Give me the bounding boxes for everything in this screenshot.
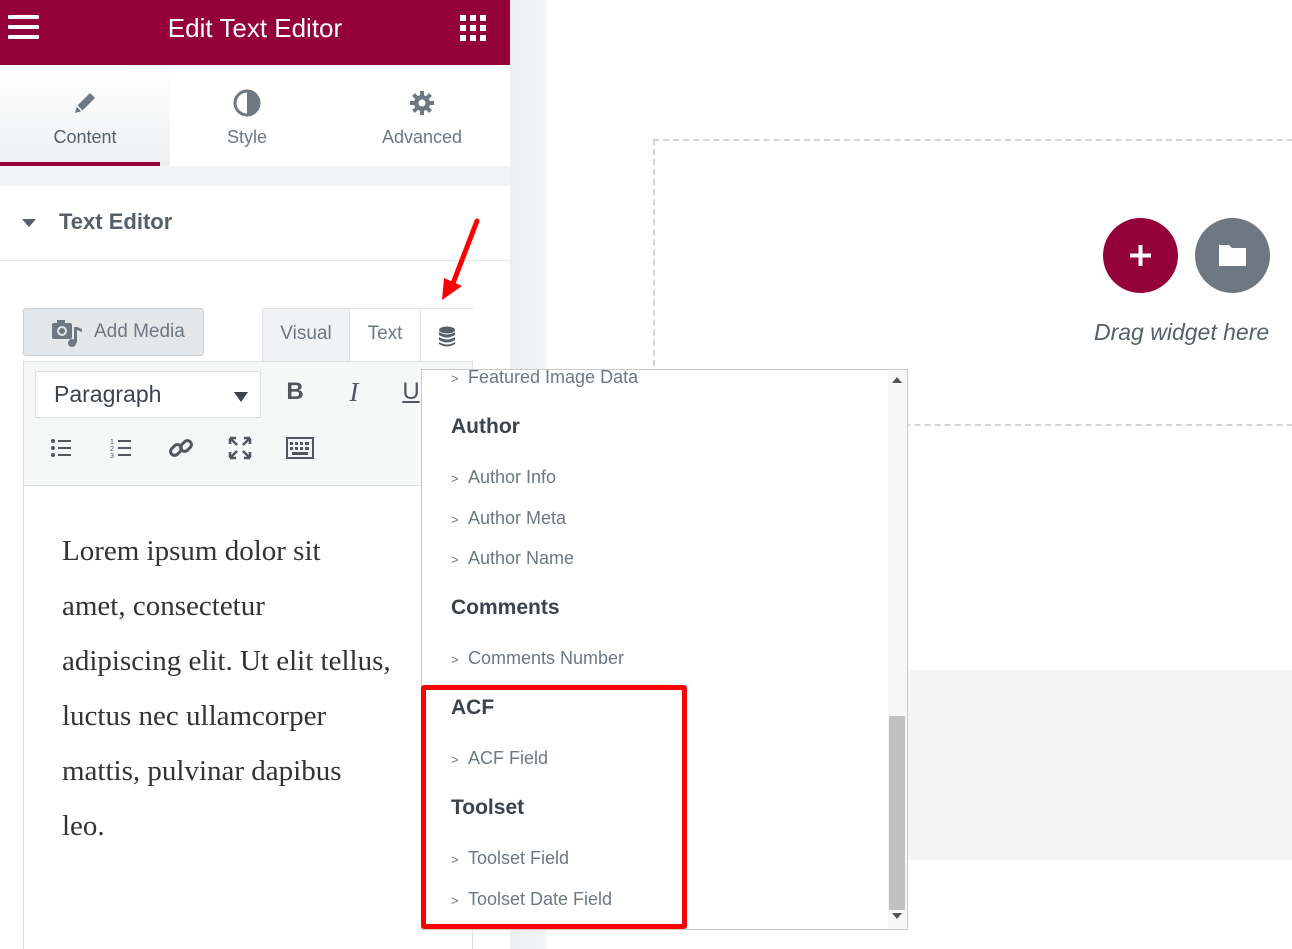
database-icon xyxy=(439,326,455,347)
editor-text-line: luctus nec ullamcorper xyxy=(62,700,327,732)
editor-mode-tabs: Visual Text xyxy=(262,308,473,362)
caret-down-icon xyxy=(22,219,36,227)
dropdown-item-label: Author Name xyxy=(468,548,575,568)
dropdown-item-label: Author Info xyxy=(468,467,557,487)
dropdown-group-author: Author xyxy=(451,415,520,438)
bold-button[interactable]: B xyxy=(277,374,313,410)
text-editor-section-header[interactable]: Text Editor xyxy=(0,186,510,261)
add-media-icon xyxy=(52,320,82,347)
gear-icon xyxy=(410,91,434,115)
svg-text:2: 2 xyxy=(110,446,114,453)
dropdown-item-label: Featured Image Data xyxy=(468,369,639,387)
dropdown-item-label: Comments Number xyxy=(468,648,625,668)
tab-content[interactable]: Content xyxy=(0,65,170,166)
dropdown-item-featured-image-data[interactable]: > Featured Image Data xyxy=(451,369,639,388)
add-template-button[interactable] xyxy=(1195,218,1270,293)
dropdown-item-label: Author Meta xyxy=(468,508,567,528)
numbered-list-icon[interactable]: 123 xyxy=(110,437,132,459)
dropdown-item-author-name[interactable]: > Author Name xyxy=(451,548,574,569)
scrollbar-thumb[interactable] xyxy=(889,716,905,910)
editor-text-line: Lorem ipsum dolor sit xyxy=(62,535,321,567)
dropdown-group-comments: Comments xyxy=(451,596,560,619)
format-select[interactable]: Paragraph xyxy=(35,371,261,418)
dropdown-item-comments-number[interactable]: > Comments Number xyxy=(451,648,624,669)
chevron-right-icon: > xyxy=(451,652,459,667)
dropdown-item-author-info[interactable]: > Author Info xyxy=(451,467,556,488)
chevron-right-icon: > xyxy=(451,371,459,386)
panel-title: Edit Text Editor xyxy=(167,13,343,43)
section-title: Text Editor xyxy=(59,209,173,234)
tab-style[interactable]: Style xyxy=(162,65,332,166)
editor-text-line: amet, consectetur xyxy=(62,590,265,622)
italic-button[interactable]: I xyxy=(336,374,372,410)
tab-visual[interactable]: Visual xyxy=(263,309,349,362)
pencil-icon xyxy=(75,93,95,113)
editor-body[interactable]: Lorem ipsum dolor sit amet, consectetur … xyxy=(23,486,473,949)
dropdown-scrollbar[interactable] xyxy=(888,370,907,929)
folder-icon xyxy=(1219,245,1246,266)
tab-text[interactable]: Text xyxy=(349,309,421,362)
annotation-highlight-box xyxy=(421,685,687,929)
tab-content-label: Content xyxy=(53,127,117,147)
drag-widget-text: Drag widget here xyxy=(1094,319,1270,345)
tab-style-label: Style xyxy=(226,127,268,147)
half-circle-icon xyxy=(233,89,261,117)
panel-header: Edit Text Editor xyxy=(0,0,510,65)
tab-advanced[interactable]: Advanced xyxy=(337,65,507,166)
add-media-label: Add Media xyxy=(94,321,185,342)
editor-text-line: leo. xyxy=(62,810,105,842)
dynamic-tags-button[interactable] xyxy=(421,309,473,362)
panel-tabs: Content Style Advanced xyxy=(0,65,510,166)
dropdown-item-author-meta[interactable]: > Author Meta xyxy=(451,508,566,529)
chevron-right-icon: > xyxy=(451,471,459,486)
bullet-list-icon[interactable] xyxy=(50,437,72,459)
widgets-grid-icon[interactable] xyxy=(460,15,486,41)
scroll-down-arrow-icon[interactable] xyxy=(892,913,902,919)
keyboard-toggle-icon[interactable] xyxy=(286,436,314,460)
chevron-right-icon: > xyxy=(451,552,459,567)
add-media-button[interactable]: Add Media xyxy=(23,308,204,356)
fullscreen-icon[interactable] xyxy=(228,436,252,460)
scroll-up-arrow-icon[interactable] xyxy=(892,377,902,383)
chevron-right-icon: > xyxy=(451,512,459,527)
add-section-button[interactable] xyxy=(1103,218,1178,293)
annotation-arrow-icon xyxy=(442,218,480,300)
dropdown-arrow-icon xyxy=(234,392,248,402)
tab-advanced-label: Advanced xyxy=(381,127,463,147)
svg-text:1: 1 xyxy=(110,439,114,446)
editor-text-line: adipiscing elit. Ut elit tellus, xyxy=(62,645,391,677)
elementor-editor: Edit Text Editor Content Style Advanced … xyxy=(0,0,1292,949)
canvas-section xyxy=(905,670,1292,860)
editor-text: Lorem ipsum dolor sit amet, consectetur … xyxy=(62,524,462,854)
editor-toolbar: Paragraph B I U 123 xyxy=(23,361,473,486)
format-select-value: Paragraph xyxy=(54,381,162,407)
svg-text:3: 3 xyxy=(110,453,114,459)
editor-text-line: mattis, pulvinar dapibus xyxy=(62,755,342,787)
plus-icon xyxy=(1130,245,1151,266)
link-icon[interactable] xyxy=(168,435,194,461)
